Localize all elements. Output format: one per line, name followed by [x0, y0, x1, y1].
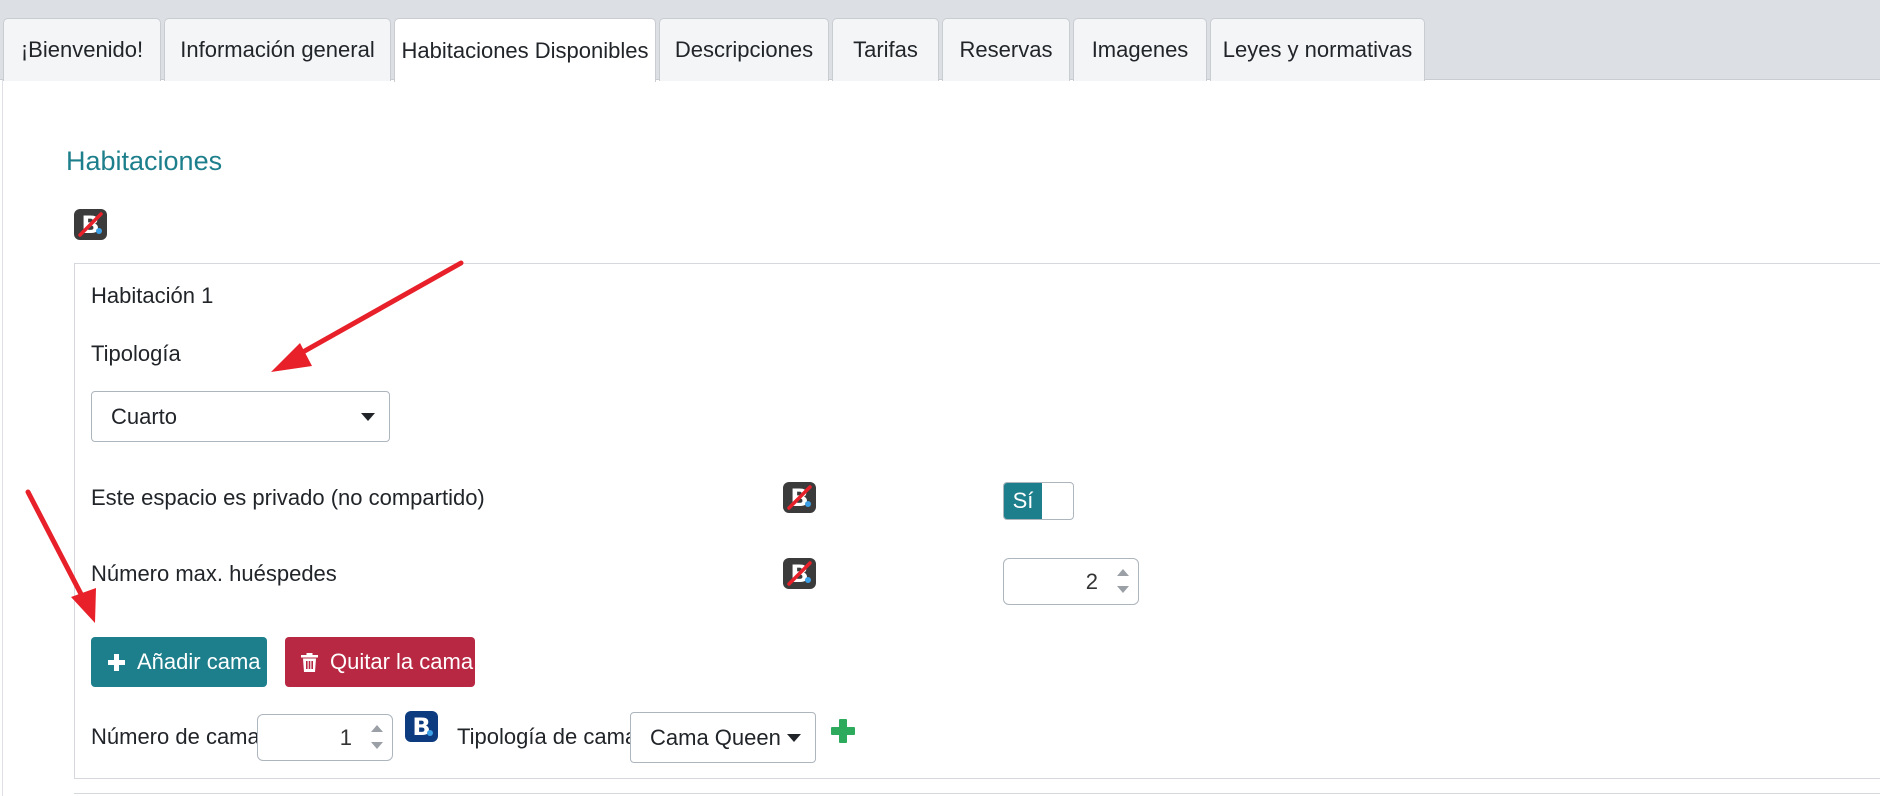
plus-icon [108, 653, 125, 671]
max-guests-label: Número max. huéspedes [91, 561, 337, 586]
green-plus-icon[interactable] [831, 719, 855, 743]
page-border [2, 80, 3, 796]
private-space-label: Este espacio es privado (no compartido) [91, 485, 485, 510]
divider [74, 793, 1880, 794]
tab-label: Leyes y normativas [1222, 37, 1413, 62]
max-guests-input[interactable]: 2 [1003, 558, 1139, 605]
bed-type-label: Tipología de cama [457, 724, 638, 749]
tab-tarifas[interactable]: Tarifas [832, 18, 939, 81]
beds-count-label: Número de camas [91, 724, 271, 749]
bed-type-select[interactable]: Cama Queen [630, 712, 816, 763]
typology-selected-value: Cuarto [111, 403, 178, 429]
tab-habitaciones-disponibles[interactable]: Habitaciones Disponibles [394, 18, 656, 82]
tab-label: Descripciones [674, 37, 814, 62]
stepper-arrows-icon[interactable] [1116, 567, 1130, 597]
stepper-arrows-icon[interactable] [370, 723, 384, 753]
private-space-toggle[interactable]: Sí [1003, 482, 1074, 520]
tab-label: Reservas [959, 37, 1053, 62]
tab-bienvenido[interactable]: ¡Bienvenido! [3, 18, 161, 81]
section-title: Habitaciones [66, 146, 223, 176]
toggle-on-label: Sí [1004, 483, 1042, 519]
tab-descripciones[interactable]: Descripciones [659, 18, 829, 81]
room-title: Habitación 1 [91, 283, 214, 308]
room-card [74, 263, 1880, 779]
trash-icon [301, 652, 318, 672]
booking-icon[interactable]: B [405, 711, 438, 742]
chevron-down-icon [787, 734, 801, 742]
tab-leyes-y-normativas[interactable]: Leyes y normativas [1210, 18, 1425, 81]
typology-label: Tipología [91, 341, 181, 366]
max-guests-value: 2 [1085, 568, 1098, 594]
tab-label: Información general [180, 37, 375, 62]
typology-select[interactable]: Cuarto [91, 391, 390, 442]
beds-count-input[interactable]: 1 [257, 714, 393, 761]
add-bed-button[interactable]: Añadir cama [91, 637, 267, 687]
beds-count-value: 1 [339, 724, 352, 750]
remove-bed-button[interactable]: Quitar la cama [285, 637, 475, 687]
tab-label: Imagenes [1091, 37, 1189, 62]
tab-imagenes[interactable]: Imagenes [1073, 18, 1207, 81]
tab-label: Habitaciones Disponibles [401, 37, 649, 63]
tab-informacion-general[interactable]: Información general [164, 18, 391, 81]
tab-label: Tarifas [853, 37, 918, 62]
bed-type-selected-value: Cama Queen [650, 724, 781, 750]
remove-bed-label: Quitar la cama [330, 649, 474, 674]
chevron-down-icon [361, 413, 375, 421]
tab-reservas[interactable]: Reservas [942, 18, 1070, 81]
tab-bar: ¡Bienvenido! Información general Habitac… [0, 0, 1880, 82]
add-bed-label: Añadir cama [137, 649, 261, 674]
booking-disabled-icon[interactable]: B [783, 482, 816, 513]
booking-disabled-icon[interactable]: B [74, 209, 107, 240]
tab-label: ¡Bienvenido! [20, 37, 144, 62]
booking-disabled-icon[interactable]: B [783, 558, 816, 589]
